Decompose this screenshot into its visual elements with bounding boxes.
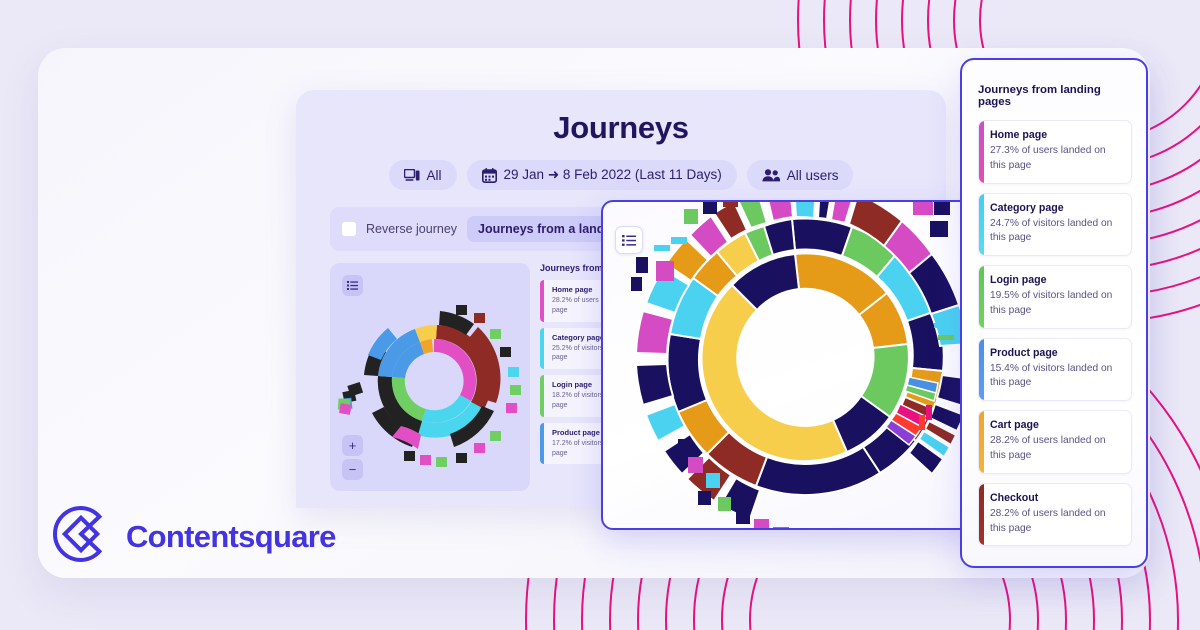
date-range-pill[interactable]: 29 Jan ➜ 8 Feb 2022 (Last 11 Days) xyxy=(466,160,737,190)
users-filter-pill[interactable]: All users xyxy=(746,160,854,190)
color-bar xyxy=(979,121,984,183)
device-filter-label: All xyxy=(426,167,442,183)
device-icon xyxy=(403,168,420,182)
color-bar xyxy=(979,193,984,256)
zoom-out-button[interactable]: − xyxy=(342,459,363,480)
list-item[interactable]: Cart page 28.2% of users landed on this … xyxy=(978,410,1132,474)
brand-logo: Contentsquare xyxy=(52,505,336,568)
journeys-legend-panel: Journeys from landing pages Home page 27… xyxy=(960,58,1148,568)
list-item-desc: 27.3% of users landed on this page xyxy=(990,145,1106,171)
brand-name: Contentsquare xyxy=(126,518,336,554)
focused-chart-panel: + − xyxy=(601,200,999,530)
reverse-journey-label: Reverse journey xyxy=(366,222,458,236)
color-bar xyxy=(979,483,984,546)
list-item-desc: 28.2% of users landed on this page xyxy=(990,435,1106,462)
list-item-label: Checkout xyxy=(990,491,1039,504)
list-item-label: Cart page xyxy=(990,419,1039,432)
list-item-label: Login page xyxy=(990,274,1047,287)
zoom-out-label: − xyxy=(348,462,357,477)
list-item[interactable]: Product page 15.4% of visitors landed on… xyxy=(978,337,1132,402)
list-item-label: Home page xyxy=(990,129,1048,141)
list-item-desc: 15.4% of visitors landed on this page xyxy=(990,362,1113,389)
background-chart-panel: + − xyxy=(330,263,530,491)
list-item-label: Product page xyxy=(990,346,1058,359)
list-item-desc: 19.5% of visitors landed on this page xyxy=(990,290,1113,316)
device-filter-pill[interactable]: All xyxy=(388,160,457,190)
zoom-in-label: + xyxy=(348,438,357,453)
color-bar xyxy=(979,338,984,401)
reverse-journey-checkbox[interactable] xyxy=(342,222,356,236)
color-bar xyxy=(979,266,984,328)
list-item[interactable]: Checkout 28.2% of users landed on this p… xyxy=(978,482,1132,547)
legend-panel-title: Journeys from landing pages xyxy=(978,84,1101,108)
filter-pill-row: All 29 Jan ➜ 8 Feb 2022 (Last 11 Days) A… xyxy=(296,160,946,190)
focused-sunburst-chart xyxy=(631,202,974,528)
list-item[interactable]: Category page 24.7% of visitors landed o… xyxy=(978,192,1132,257)
contentsquare-logo-icon xyxy=(52,505,110,568)
list-item-label: Category page xyxy=(990,201,1064,214)
list-item-desc: 28.2% of users landed on this page xyxy=(990,507,1106,534)
calendar-icon xyxy=(481,167,497,183)
users-filter-label: All users xyxy=(786,167,839,183)
list-item[interactable]: Login page 19.5% of visitors landed on t… xyxy=(978,265,1132,329)
page-title: Journeys xyxy=(553,110,689,145)
color-bar xyxy=(979,411,984,473)
date-range-label: 29 Jan ➜ 8 Feb 2022 (Last 11 Days) xyxy=(503,167,722,182)
list-item-desc: 24.7% of visitors landed on this page xyxy=(990,217,1113,244)
zoom-in-button[interactable]: + xyxy=(342,435,363,456)
users-icon xyxy=(762,168,780,182)
list-item[interactable]: Home page 27.3% of users landed on this … xyxy=(978,120,1132,184)
background-sunburst-chart xyxy=(337,305,521,467)
